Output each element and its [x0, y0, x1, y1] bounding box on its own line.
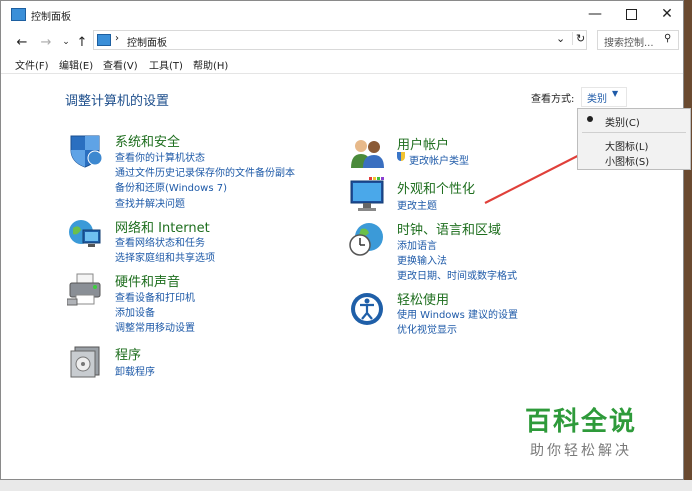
shield-icon: [70, 135, 103, 168]
view-by-dropdown: 类别(C) 大图标(L) 小图标(S): [577, 108, 691, 170]
control-panel-app-icon: [11, 8, 26, 21]
breadcrumb-separator-icon: ›: [115, 33, 119, 44]
view-by-select[interactable]: 类别 ▼: [581, 87, 627, 107]
view-option-small-icons-label: 小图标(S): [605, 157, 650, 168]
view-option-small-icons[interactable]: 小图标(S): [578, 150, 690, 170]
programs-icon: [70, 346, 100, 378]
link-optimize-visual-display[interactable]: 优化视觉显示: [397, 321, 457, 336]
close-icon: ✕: [661, 6, 673, 22]
menu-tools[interactable]: 工具(T): [149, 57, 183, 72]
watermark-subtitle: 助你轻松解决: [530, 443, 632, 459]
link-file-history-backup[interactable]: 通过文件历史记录保存你的文件备份副本: [115, 164, 295, 179]
search-input[interactable]: 搜索控制...: [604, 34, 654, 49]
appearance-monitor-icon: [350, 177, 384, 211]
network-globe-icon: [69, 220, 101, 247]
address-dropdown-icon[interactable]: ⌄: [556, 32, 565, 45]
watermark-title: 百科全说: [524, 407, 637, 437]
category-title-appearance[interactable]: 外观和个性化: [397, 178, 475, 197]
forward-button[interactable]: →: [37, 33, 55, 51]
category-title-user-accounts[interactable]: 用户帐户: [397, 134, 449, 153]
link-date-time-format[interactable]: 更改日期、时间或数字格式: [397, 267, 517, 282]
watermark: 百科全说 助你轻松解决: [511, 401, 651, 460]
arrow-left-icon: ←: [16, 34, 28, 50]
category-title-system-security[interactable]: 系统和安全: [115, 131, 180, 150]
category-title-hardware-sound[interactable]: 硬件和声音: [115, 271, 180, 290]
view-by-value: 类别: [587, 94, 607, 105]
selected-bullet-icon: [587, 116, 593, 122]
link-troubleshoot[interactable]: 查找并解决问题: [115, 195, 185, 210]
address-bar[interactable]: › 控制面板 ⌄ ↻: [93, 30, 587, 50]
search-icon[interactable]: ⚲: [664, 33, 671, 44]
menu-view[interactable]: 查看(V): [103, 57, 138, 72]
maximize-icon: [625, 8, 637, 20]
menu-edit[interactable]: 编辑(E): [59, 57, 93, 72]
link-homegroup[interactable]: 选择家庭组和共享选项: [115, 249, 215, 264]
search-box[interactable]: 搜索控制... ⚲: [597, 30, 679, 50]
printer-icon: [67, 273, 101, 306]
category-title-clock-language[interactable]: 时钟、语言和区域: [397, 219, 501, 238]
user-accounts-icon: [351, 140, 384, 168]
link-mobility-settings[interactable]: 调整常用移动设置: [115, 319, 195, 334]
uac-shield-icon: [397, 152, 405, 161]
window-title: 控制面板: [31, 12, 71, 23]
link-uninstall-program[interactable]: 卸载程序: [115, 363, 155, 378]
link-backup-restore[interactable]: 备份和还原(Windows 7): [115, 179, 227, 194]
view-by-label: 查看方式:: [531, 94, 575, 105]
category-title-programs[interactable]: 程序: [115, 344, 141, 363]
clock-globe-icon: [349, 223, 383, 256]
menu-bar: 文件(F) 编辑(E) 查看(V) 工具(T) 帮助(H): [1, 55, 683, 73]
close-button[interactable]: ✕: [645, 1, 683, 27]
back-button[interactable]: ←: [13, 33, 31, 51]
view-option-category[interactable]: 类别(C): [578, 111, 690, 131]
refresh-icon[interactable]: ↻: [572, 32, 585, 45]
link-change-account-type[interactable]: 更改帐户类型: [409, 152, 469, 167]
link-change-theme[interactable]: 更改主题: [397, 197, 437, 212]
arrow-up-icon: ↑: [76, 34, 88, 50]
control-panel-window: 控制面板 — ✕ ← → ⌄ ↑ › 控制面板 ⌄ ↻ 搜索控制... ⚲ 文件…: [0, 0, 684, 480]
breadcrumb-control-panel[interactable]: 控制面板: [127, 34, 167, 49]
menu-divider: [1, 73, 683, 74]
menu-help[interactable]: 帮助(H): [193, 57, 228, 72]
up-button[interactable]: ↑: [73, 33, 91, 51]
link-add-device[interactable]: 添加设备: [115, 304, 155, 319]
ease-of-access-icon: [351, 293, 383, 325]
chevron-down-icon: ⌄: [62, 37, 70, 47]
chevron-down-icon: ▼: [612, 89, 619, 98]
arrow-right-icon: →: [40, 34, 52, 50]
view-option-category-label: 类别(C): [605, 118, 640, 129]
dropdown-divider: [582, 132, 686, 133]
link-change-input-method[interactable]: 更换输入法: [397, 252, 447, 267]
taskbar-strip: [0, 480, 692, 491]
link-add-language[interactable]: 添加语言: [397, 237, 437, 252]
link-devices-printers[interactable]: 查看设备和打印机: [115, 289, 195, 304]
control-panel-small-icon: [97, 34, 111, 46]
link-view-computer-status[interactable]: 查看你的计算机状态: [115, 149, 205, 164]
link-network-status[interactable]: 查看网络状态和任务: [115, 234, 205, 249]
link-windows-recommended-settings[interactable]: 使用 Windows 建议的设置: [397, 306, 518, 321]
menu-file[interactable]: 文件(F): [15, 57, 49, 72]
minimize-icon: —: [588, 6, 602, 22]
title-bar: 控制面板 — ✕: [1, 1, 683, 29]
page-title: 调整计算机的设置: [65, 94, 170, 109]
